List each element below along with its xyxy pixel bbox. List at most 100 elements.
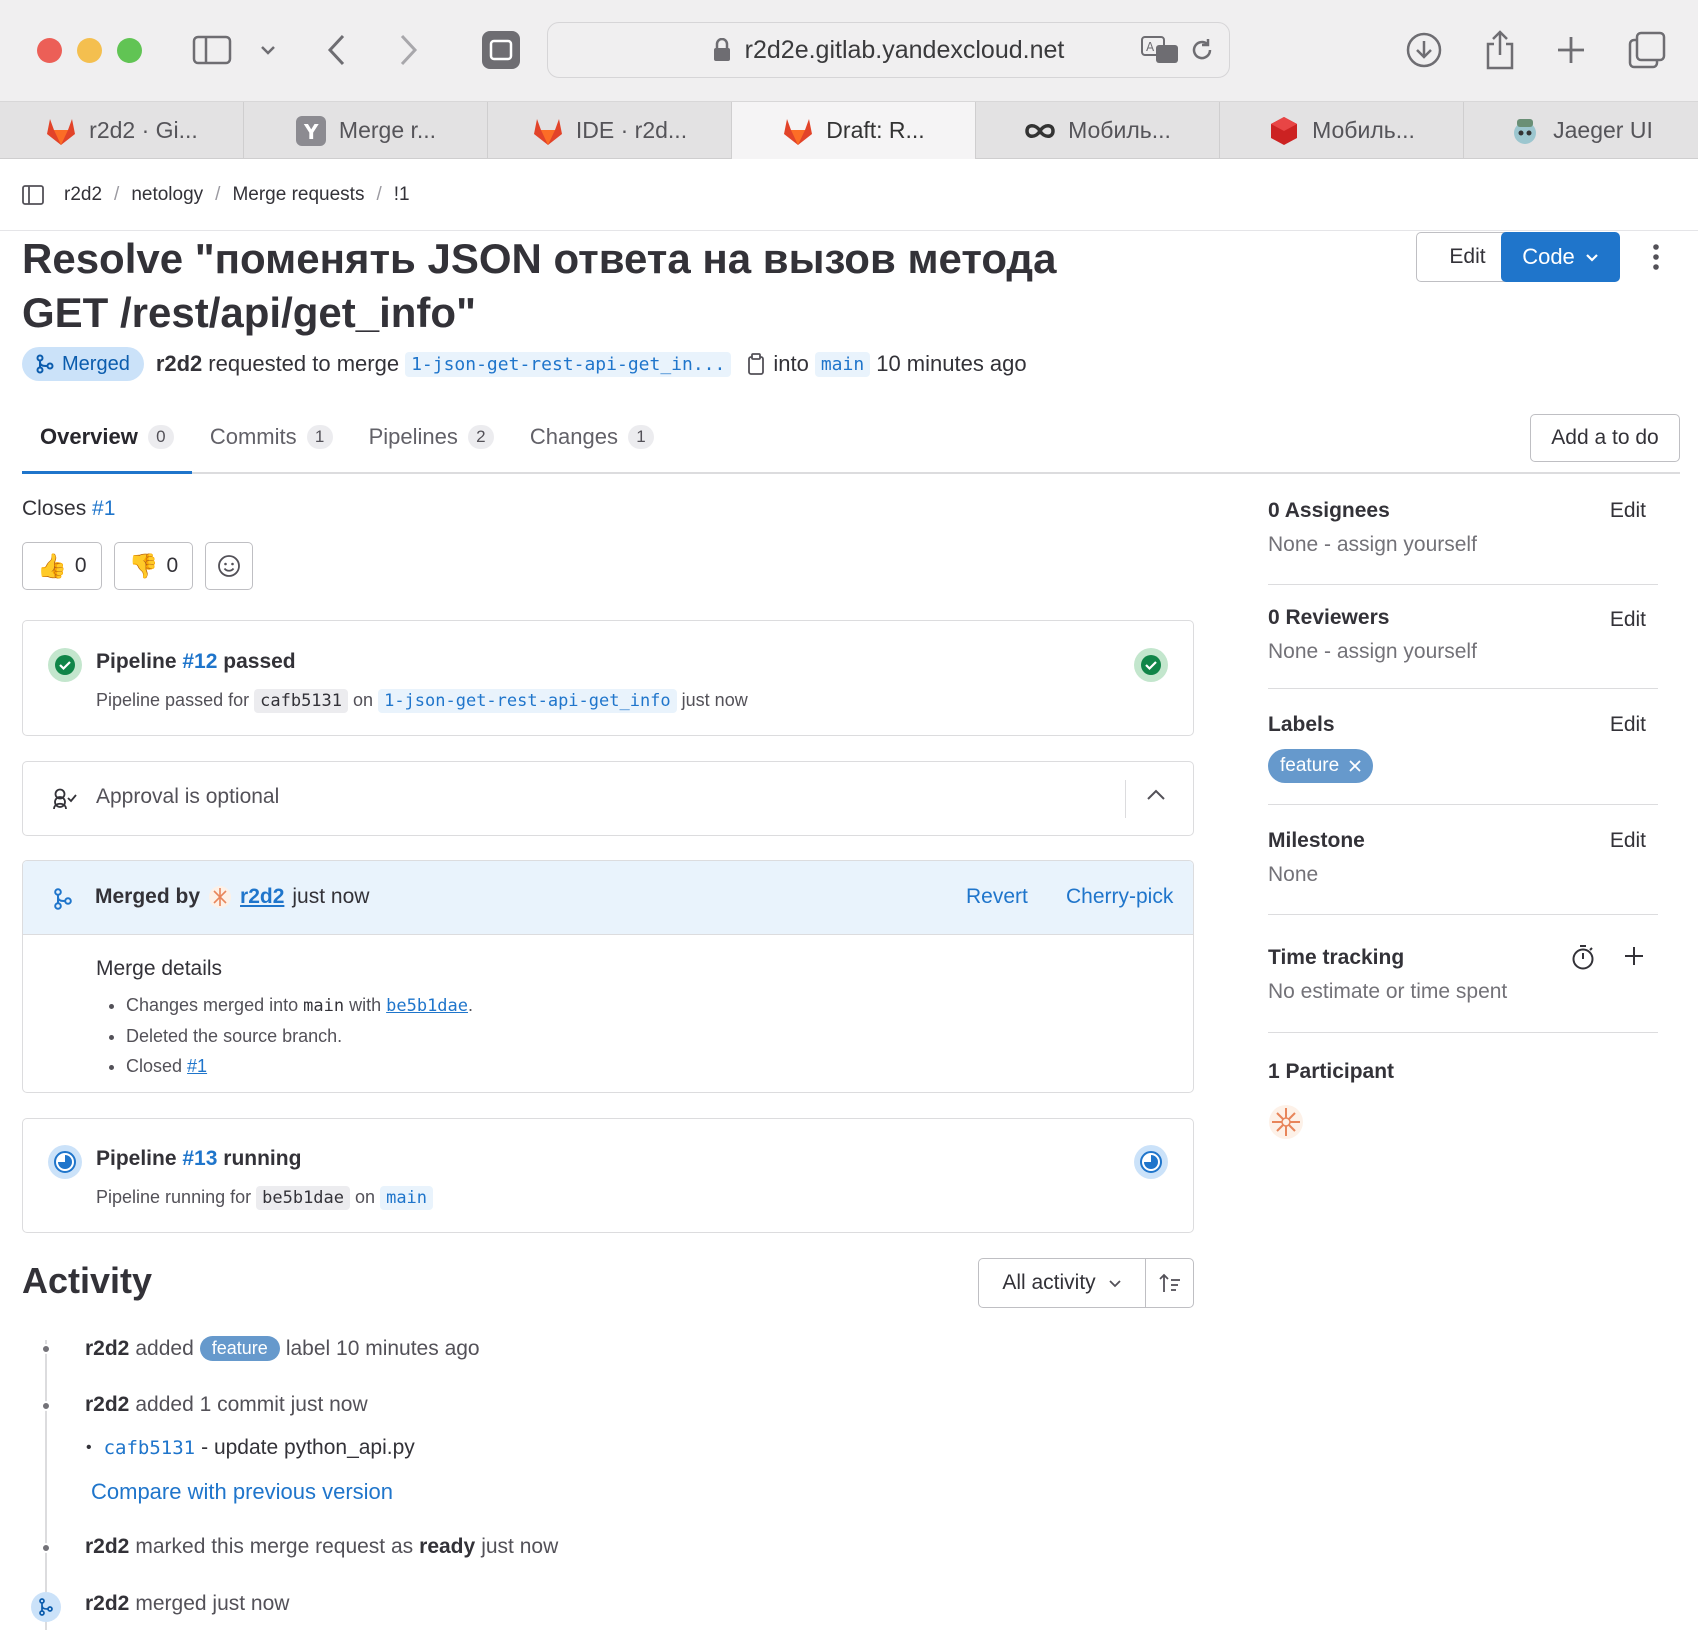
tab-pipelines[interactable]: Pipelines 2: [351, 406, 512, 468]
activity-user[interactable]: r2d2: [85, 1393, 129, 1417]
breadcrumb-item-current[interactable]: !1: [394, 184, 410, 206]
extension-icon[interactable]: [480, 28, 522, 72]
minimize-window-button[interactable]: [77, 38, 102, 63]
breadcrumb-item[interactable]: netology: [131, 184, 203, 206]
edit-milestone-button[interactable]: Edit: [1610, 829, 1646, 853]
pipeline-link[interactable]: #13: [182, 1147, 217, 1170]
copy-icon[interactable]: [747, 353, 765, 375]
assign-yourself-link[interactable]: None - assign yourself: [1268, 640, 1658, 664]
breadcrumb-item[interactable]: r2d2: [64, 184, 102, 206]
stopwatch-icon[interactable]: [1571, 944, 1595, 970]
source-branch[interactable]: 1-json-get-rest-api-get_in...: [405, 351, 732, 377]
author-name[interactable]: r2d2: [156, 351, 202, 377]
compare-link[interactable]: Compare with previous version: [91, 1479, 393, 1505]
new-tab-icon[interactable]: [1553, 28, 1589, 72]
cherry-pick-button[interactable]: Cherry-pick: [1066, 885, 1173, 909]
sidebar-toggle-icon[interactable]: [190, 28, 234, 72]
close-icon[interactable]: [1349, 760, 1361, 772]
edit-assignees-button[interactable]: Edit: [1610, 499, 1646, 523]
browser-tab[interactable]: IDE · r2d...: [488, 102, 732, 159]
closes-text: Closes: [22, 497, 87, 520]
closed-issue-link[interactable]: #1: [187, 1056, 207, 1076]
activity-filter-dropdown[interactable]: All activity: [978, 1258, 1146, 1308]
commit-sha-link[interactable]: cafb5131: [104, 1437, 196, 1459]
browser-tab[interactable]: Мобиль...: [1220, 102, 1464, 159]
tab-commits[interactable]: Commits 1: [192, 406, 351, 468]
translate-icon[interactable]: A: [1141, 36, 1179, 64]
commit-sha[interactable]: cafb5131: [254, 689, 349, 713]
commit-list-item: • cafb5131 - update python_api.py: [86, 1436, 415, 1460]
label-badge[interactable]: feature: [199, 1336, 280, 1361]
add-todo-button[interactable]: Add a to do: [1530, 414, 1680, 462]
browser-tab[interactable]: Y Merge r...: [244, 102, 488, 159]
status-success-icon[interactable]: [48, 648, 82, 682]
browser-tab[interactable]: Jaeger UI: [1464, 102, 1698, 159]
share-icon[interactable]: [1480, 28, 1520, 72]
chevron-down-icon[interactable]: [256, 28, 280, 72]
infinity-icon: [1024, 115, 1056, 147]
address-bar[interactable]: r2d2e.gitlab.yandexcloud.net A: [547, 22, 1230, 78]
browser-tab-label: Merge r...: [338, 117, 437, 143]
maximize-window-button[interactable]: [117, 38, 142, 63]
tab-label: Overview: [40, 424, 138, 449]
browser-tab[interactable]: Мобиль...: [976, 102, 1220, 159]
sort-order-button[interactable]: [1145, 1258, 1194, 1308]
activity-user[interactable]: r2d2: [85, 1337, 129, 1361]
status-badge-label: Merged: [62, 352, 130, 375]
closes-issue-link[interactable]: #1: [92, 497, 115, 520]
commit-sha[interactable]: be5b1dae: [256, 1186, 351, 1210]
thumbs-down-button[interactable]: 👎 0: [113, 542, 194, 590]
status-running-icon[interactable]: [1134, 1145, 1168, 1179]
status-success-icon[interactable]: [1134, 648, 1168, 682]
merge-request-tabs: Overview 0 Commits 1 Pipelines 2 Changes…: [22, 412, 1680, 474]
merge-detail-item: Deleted the source branch.: [126, 1021, 473, 1051]
pipeline-link[interactable]: #12: [182, 650, 217, 673]
tab-overview-icon[interactable]: [1627, 28, 1667, 72]
tab-overview[interactable]: Overview 0: [22, 406, 192, 474]
back-icon[interactable]: [322, 28, 352, 72]
target-branch[interactable]: main: [814, 351, 871, 377]
revert-button[interactable]: Revert: [966, 885, 1028, 909]
tab-count: 0: [147, 425, 174, 449]
tab-label: Changes: [529, 424, 618, 449]
activity-user[interactable]: r2d2: [85, 1592, 129, 1616]
gitlab-icon: [45, 115, 77, 147]
timeline-dot: [41, 1543, 51, 1553]
edit-labels-button[interactable]: Edit: [1610, 713, 1646, 737]
sidebar-toggle-icon[interactable]: [22, 184, 44, 205]
activity-user[interactable]: r2d2: [85, 1535, 129, 1559]
plus-icon[interactable]: [1624, 946, 1644, 966]
download-icon[interactable]: [1404, 28, 1444, 72]
code-button-label: Code: [1522, 244, 1575, 269]
on-text: on: [353, 690, 374, 710]
assign-yourself-link[interactable]: None - assign yourself: [1268, 533, 1658, 557]
thumbs-up-count: 0: [74, 554, 87, 577]
breadcrumb-item[interactable]: Merge requests: [232, 184, 364, 206]
close-window-button[interactable]: [37, 38, 62, 63]
avatar[interactable]: [208, 885, 232, 909]
merged-by-user[interactable]: r2d2: [240, 885, 284, 909]
merge-commit-link[interactable]: be5b1dae: [386, 996, 468, 1016]
thumbs-down-icon: 👎: [128, 552, 159, 580]
browser-tab-active[interactable]: Draft: R...: [732, 102, 976, 159]
detail-text: with: [349, 995, 382, 1015]
forward-icon[interactable]: [393, 28, 423, 72]
tab-changes[interactable]: Changes 1: [512, 406, 672, 468]
browser-tab-label: Draft: R...: [826, 117, 925, 143]
avatar[interactable]: [1268, 1104, 1304, 1140]
activity-text: marked this merge request as: [135, 1535, 414, 1558]
breadcrumb: r2d2 / netology / Merge requests / !1: [0, 159, 1698, 231]
branch-name[interactable]: main: [380, 1186, 434, 1210]
branch-name[interactable]: 1-json-get-rest-api-get_info: [378, 689, 677, 713]
edit-reviewers-button[interactable]: Edit: [1610, 608, 1646, 632]
code-dropdown-button[interactable]: Code: [1501, 232, 1620, 282]
browser-tab[interactable]: r2d2 · Gi...: [0, 102, 244, 159]
thumbs-up-button[interactable]: 👍 0: [22, 542, 102, 590]
add-reaction-button[interactable]: [205, 542, 254, 590]
status-running-icon[interactable]: [48, 1145, 82, 1179]
chevron-up-icon[interactable]: [1146, 789, 1166, 801]
more-actions-icon[interactable]: [1640, 234, 1672, 280]
reload-icon[interactable]: [1189, 37, 1215, 63]
tab-count: 1: [627, 425, 654, 449]
label-badge[interactable]: feature: [1268, 749, 1374, 783]
